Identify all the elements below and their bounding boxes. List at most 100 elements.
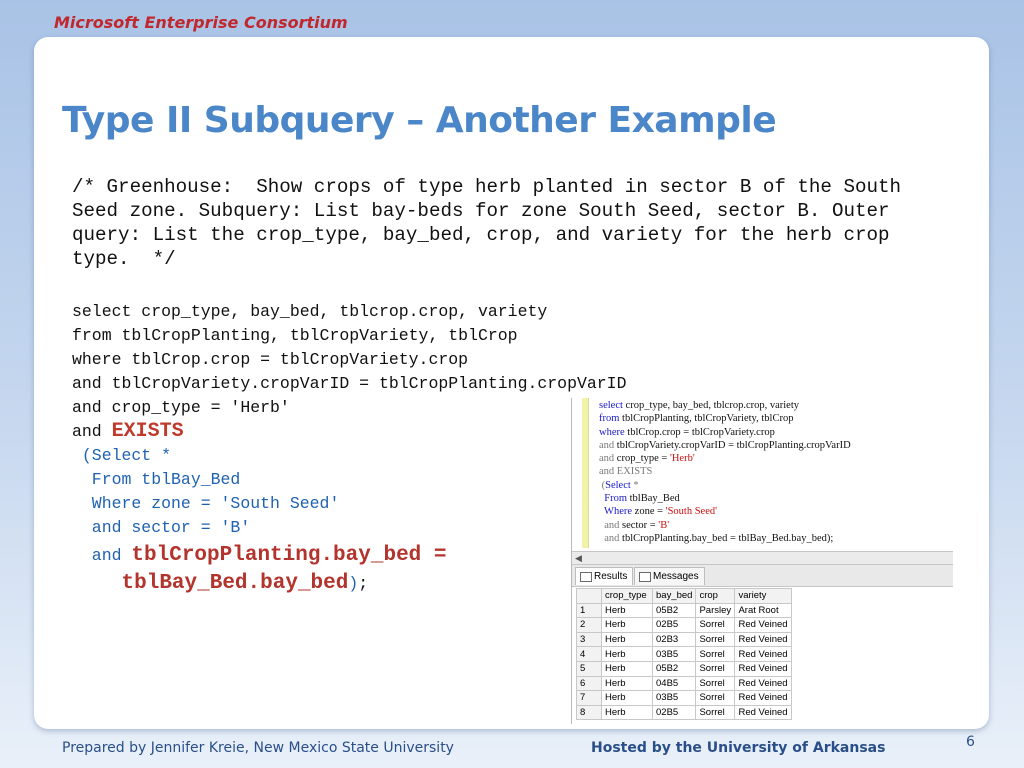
horizontal-scrollbar[interactable]: ◀: [572, 551, 953, 565]
sql-query-block: select crop_type, bay_bed, tblcrop.crop,…: [72, 300, 627, 596]
subquery-and-keyword: and: [72, 546, 132, 565]
subquery-where: Where zone = 'South Seed': [72, 494, 340, 513]
table-cell[interactable]: Parsley: [695, 602, 736, 619]
subquery-join-line-2: tblBay_Bed.bay_bed);: [72, 572, 627, 596]
sql-line-exists: and EXISTS: [72, 420, 627, 444]
row-number-cell[interactable]: 8: [576, 704, 602, 721]
tab-messages[interactable]: Messages: [634, 567, 705, 585]
row-number-cell[interactable]: 2: [576, 617, 602, 633]
join-right-expression: tblBay_Bed.bay_bed: [121, 572, 349, 595]
table-cell[interactable]: Red Veined: [734, 617, 793, 633]
scroll-left-arrow-icon[interactable]: ◀: [575, 553, 582, 564]
table-cell[interactable]: 05B2: [651, 602, 697, 619]
table-row[interactable]: 1 Herb 05B2 Parsley Arat Root: [576, 602, 793, 619]
table-cell[interactable]: Sorrel: [695, 690, 736, 706]
table-row[interactable]: 6 Herb 04B5 Sorrel Red Veined: [576, 675, 793, 692]
table-cell[interactable]: Sorrel: [695, 704, 736, 721]
column-header[interactable]: crop_type: [601, 588, 653, 604]
code-line: and crop_type = 'Herb': [599, 453, 695, 465]
row-number-header: [576, 588, 602, 604]
code-line: and tblCropVariety.cropVarID = tblCropPl…: [599, 439, 851, 451]
editor-code: select crop_type, bay_bed, tblcrop.crop,…: [599, 399, 851, 545]
code-line: and EXISTS: [599, 466, 653, 478]
table-cell[interactable]: Herb: [601, 617, 653, 633]
table-cell[interactable]: 02B5: [651, 617, 697, 633]
table-cell[interactable]: 03B5: [651, 646, 697, 662]
query-editor: select crop_type, bay_bed, tblcrop.crop,…: [572, 398, 953, 548]
results-tabbar: Results Messages: [572, 565, 953, 587]
sql-comment-block: /* Greenhouse: Show crops of type herb p…: [72, 175, 952, 271]
code-line: from tblCropPlanting, tblCropVariety, tb…: [599, 413, 794, 425]
exists-keyword: EXISTS: [111, 420, 184, 443]
row-number-cell[interactable]: 6: [576, 675, 602, 692]
code-line: select crop_type, bay_bed, tblcrop.crop,…: [599, 400, 800, 411]
grid-header-row: crop_type bay_bed crop variety: [576, 588, 793, 604]
ssms-screenshot: select crop_type, bay_bed, tblcrop.crop,…: [571, 398, 953, 724]
table-row[interactable]: 7 Herb 03B5 Sorrel Red Veined: [576, 690, 793, 706]
table-cell[interactable]: Sorrel: [695, 675, 736, 692]
table-cell[interactable]: Red Veined: [734, 690, 793, 706]
table-cell[interactable]: Red Veined: [734, 704, 793, 721]
code-line: and sector = 'B': [599, 519, 670, 531]
semicolon: ;: [358, 574, 369, 593]
grid-icon: [580, 572, 592, 582]
footer-prepared-by: Prepared by Jennifer Kreie, New Mexico S…: [62, 740, 454, 756]
table-cell[interactable]: 02B5: [651, 704, 697, 721]
table-cell[interactable]: Sorrel: [695, 631, 736, 648]
editor-gutter: [582, 398, 589, 548]
row-number-cell[interactable]: 5: [576, 660, 602, 677]
table-cell[interactable]: Sorrel: [695, 617, 736, 633]
tab-results[interactable]: Results: [575, 567, 634, 585]
sql-line: select crop_type, bay_bed, tblcrop.crop,…: [72, 302, 548, 321]
code-line: where tblCrop.crop = tblCropVariety.crop: [599, 426, 775, 438]
table-cell[interactable]: Red Veined: [734, 660, 793, 677]
results-grid: crop_type bay_bed crop variety 1 Herb 05B2…: [576, 588, 793, 721]
table-cell[interactable]: 04B5: [651, 675, 697, 692]
table-cell[interactable]: Herb: [601, 675, 653, 692]
table-cell[interactable]: Sorrel: [695, 646, 736, 662]
table-row[interactable]: 4 Herb 03B5 Sorrel Red Veined: [576, 646, 793, 662]
table-cell[interactable]: Arat Root: [734, 602, 793, 619]
table-cell[interactable]: Red Veined: [734, 675, 793, 692]
comment-line: type. */: [72, 248, 176, 270]
row-number-cell[interactable]: 3: [576, 631, 602, 648]
comment-line: /* Greenhouse: Show crops of type herb p…: [72, 176, 902, 198]
table-cell[interactable]: 05B2: [651, 660, 697, 677]
row-number-cell[interactable]: 7: [576, 690, 602, 706]
slide-title: Type II Subquery – Another Example: [62, 100, 777, 141]
table-cell[interactable]: Red Veined: [734, 631, 793, 648]
code-line: From tblBay_Bed: [599, 493, 680, 505]
subquery-select: (Select *: [72, 446, 172, 465]
join-indent: [72, 574, 122, 593]
table-row[interactable]: 5 Herb 05B2 Sorrel Red Veined: [576, 660, 793, 677]
brand-header: Microsoft Enterprise Consortium: [54, 13, 348, 32]
table-cell[interactable]: Herb: [601, 690, 653, 706]
table-cell[interactable]: Herb: [601, 631, 653, 648]
table-cell[interactable]: 03B5: [651, 690, 697, 706]
table-cell[interactable]: Red Veined: [734, 646, 793, 662]
row-number-cell[interactable]: 1: [576, 602, 602, 619]
message-icon: [639, 572, 651, 582]
table-cell[interactable]: Herb: [601, 602, 653, 619]
code-line: Where zone = 'South Seed': [599, 506, 717, 518]
tab-results-label: Results: [594, 571, 628, 582]
table-row[interactable]: 2 Herb 02B5 Sorrel Red Veined: [576, 617, 793, 633]
column-header[interactable]: bay_bed: [651, 588, 697, 604]
sql-and-keyword: and: [72, 422, 112, 441]
table-cell[interactable]: Herb: [601, 660, 653, 677]
page-number: 6: [966, 734, 975, 750]
row-number-cell[interactable]: 4: [576, 646, 602, 662]
table-cell[interactable]: Sorrel: [695, 660, 736, 677]
column-header[interactable]: crop: [695, 588, 736, 604]
column-header[interactable]: variety: [734, 588, 793, 604]
table-cell[interactable]: 02B3: [651, 631, 697, 648]
tab-messages-label: Messages: [653, 571, 699, 582]
code-line: (Select *: [599, 479, 639, 491]
table-row[interactable]: 8 Herb 02B5 Sorrel Red Veined: [576, 704, 793, 721]
sql-line: where tblCrop.crop = tblCropVariety.crop: [72, 350, 469, 369]
table-cell[interactable]: Herb: [601, 646, 653, 662]
subquery-sector: and sector = 'B': [72, 518, 251, 537]
table-cell[interactable]: Herb: [601, 704, 653, 721]
footer-hosted-by: Hosted by the University of Arkansas: [591, 740, 886, 756]
table-row[interactable]: 3 Herb 02B3 Sorrel Red Veined: [576, 631, 793, 648]
